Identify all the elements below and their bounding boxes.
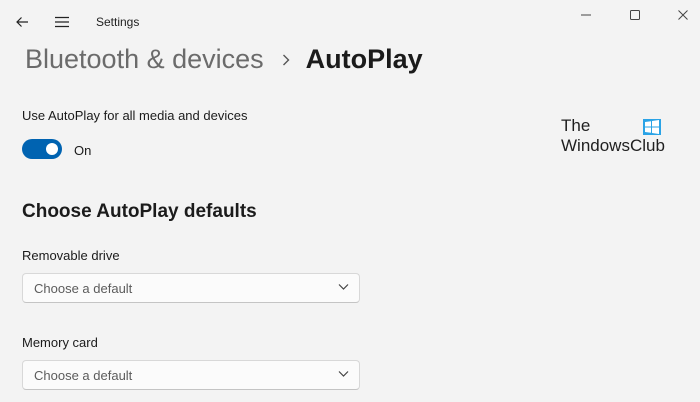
- windows-logo-icon: [643, 119, 661, 135]
- title-bar: Settings: [0, 0, 700, 40]
- back-button[interactable]: [8, 8, 36, 36]
- chevron-down-icon: [338, 371, 349, 377]
- toggle-state-text: On: [74, 143, 92, 158]
- watermark-logo: The WindowsClub: [561, 116, 671, 156]
- breadcrumb: Bluetooth & devices AutoPlay: [25, 44, 423, 75]
- autoplay-toggle[interactable]: [22, 139, 62, 159]
- minimize-button[interactable]: [563, 0, 609, 30]
- section-title: Choose AutoPlay defaults: [22, 201, 257, 222]
- maximize-icon: [630, 10, 640, 20]
- watermark-line1: The: [561, 116, 591, 135]
- menu-button[interactable]: [48, 8, 76, 36]
- minimize-icon: [581, 14, 591, 16]
- dropdown-value: Choose a default: [34, 368, 133, 383]
- watermark-line2: WindowsClub: [561, 136, 665, 155]
- breadcrumb-parent[interactable]: Bluetooth & devices: [25, 44, 264, 75]
- removable-drive-dropdown[interactable]: Choose a default: [22, 273, 360, 303]
- autoplay-setting-label: Use AutoPlay for all media and devices: [22, 108, 248, 123]
- app-title: Settings: [96, 15, 140, 29]
- close-button[interactable]: [660, 0, 700, 30]
- hamburger-menu-icon: [55, 16, 69, 28]
- toggle-knob: [46, 143, 58, 155]
- close-icon: [678, 10, 688, 20]
- back-arrow-icon: [16, 17, 28, 27]
- chevron-right-icon: [282, 54, 290, 66]
- maximize-button[interactable]: [612, 0, 658, 30]
- chevron-down-icon: [338, 284, 349, 290]
- memory-card-label: Memory card: [22, 335, 98, 350]
- removable-drive-label: Removable drive: [22, 248, 120, 263]
- dropdown-value: Choose a default: [34, 281, 133, 296]
- page-title: AutoPlay: [305, 44, 423, 74]
- memory-card-dropdown[interactable]: Choose a default: [22, 360, 360, 390]
